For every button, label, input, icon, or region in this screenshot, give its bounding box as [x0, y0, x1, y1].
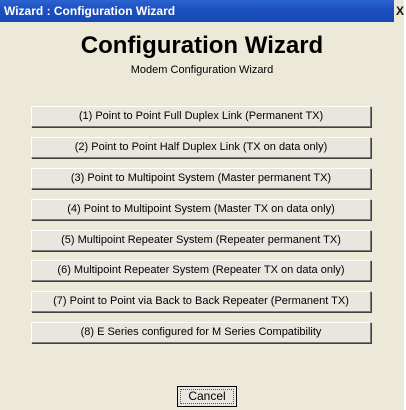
option-button-3[interactable]: (3) Point to Multipoint System (Master p…	[31, 168, 371, 189]
title-bar: Wizard : Configuration Wizard X	[0, 0, 404, 22]
page-title: Configuration Wizard	[80, 32, 324, 59]
option-button-6[interactable]: (6) Multipoint Repeater System (Repeater…	[31, 260, 371, 281]
option-button-2[interactable]: (2) Point to Point Half Duplex Link (TX …	[31, 137, 371, 158]
option-button-4[interactable]: (4) Point to Multipoint System (Master T…	[31, 199, 371, 220]
page-subtitle: Modem Configuration Wizard	[130, 64, 274, 76]
option-button-7[interactable]: (7) Point to Point via Back to Back Repe…	[31, 291, 371, 312]
option-button-8[interactable]: (8) E Series configured for M Series Com…	[31, 322, 371, 343]
close-button[interactable]: X	[394, 0, 404, 22]
option-button-5[interactable]: (5) Multipoint Repeater System (Repeater…	[31, 230, 371, 251]
cancel-button[interactable]: Cancel	[177, 386, 237, 407]
window-title: Wizard : Configuration Wizard	[4, 4, 176, 18]
close-icon: X	[396, 4, 404, 18]
wizard-window: Wizard : Configuration Wizard X Configur…	[0, 0, 404, 410]
cancel-button-label: Cancel	[180, 389, 234, 404]
option-button-1[interactable]: (1) Point to Point Full Duplex Link (Per…	[31, 106, 371, 127]
